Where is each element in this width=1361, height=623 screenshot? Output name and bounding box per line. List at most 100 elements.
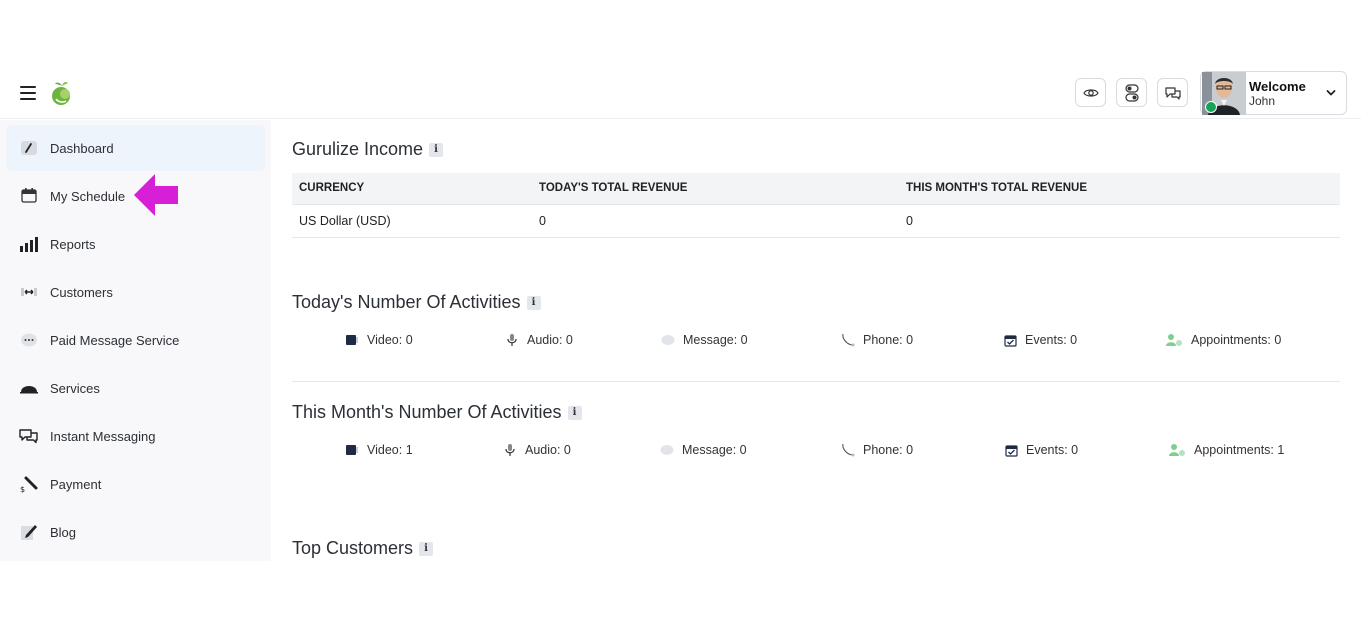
activity-events: Events: 0 [1003,333,1077,347]
phone-icon [841,333,855,347]
info-icon[interactable]: i [419,541,434,556]
table-row: US Dollar (USD) 0 0 [292,204,1340,238]
activity-video: Video: 0 [345,333,413,347]
toggle-icon [1124,83,1139,102]
table-cell: US Dollar (USD) [292,204,532,238]
info-icon[interactable]: i [526,295,541,310]
online-status-dot [1205,101,1217,113]
activity-phone: Phone: 0 [841,333,913,347]
preview-button[interactable] [1075,78,1106,107]
sidebar-item-label: Instant Messaging [50,428,156,444]
sidebar-item-label: My Schedule [50,188,126,204]
column-header: CURRENCY [292,173,532,205]
activity-label: Phone: 0 [863,443,914,457]
top-header: Welcome John [0,68,1361,119]
bar-chart-icon [19,234,39,254]
activity-label: Message: 0 [682,443,747,457]
column-header: TODAY'S TOTAL REVENUE [532,173,899,205]
section-divider [292,381,1340,382]
handshake-icon [19,282,39,302]
sidebar-item-reports[interactable]: Reports [6,221,265,267]
sidebar-item-label: Services [50,380,100,396]
sidebar-item-dashboard[interactable]: Dashboard [6,125,265,171]
activity-label: Phone: 0 [863,333,914,347]
activity-events: Events: 0 [1004,443,1078,457]
top-customers-title: Top Customers i [292,538,434,559]
income-section-title: Gurulize Income i [292,139,444,160]
activity-audio: Audio: 0 [503,443,571,457]
table-cell: 0 [532,204,899,238]
activity-label: Audio: 0 [527,333,573,347]
info-icon[interactable]: i [567,405,582,420]
microphone-icon [503,443,517,457]
info-icon[interactable]: i [429,142,444,157]
month-activities: Video: 1 Audio: 0 Message: 0 Phone: 0 Ev… [292,443,1340,463]
income-table: CURRENCY TODAY'S TOTAL REVENUE THIS MONT… [292,173,1340,238]
activity-appointments: Appointments: 1 [1168,443,1284,457]
video-icon [345,333,359,347]
table-cell: 0 [899,204,1340,238]
microphone-icon [505,333,519,347]
messages-button[interactable] [1157,78,1188,107]
activity-label: Message: 0 [683,333,748,347]
edit-icon [19,522,39,542]
calendar-icon [19,186,39,206]
phone-icon [841,443,855,457]
activity-label: Video: 0 [367,333,413,347]
chat-bubbles-icon [19,426,39,446]
table-header-row: CURRENCY TODAY'S TOTAL REVENUE THIS MONT… [292,173,1340,205]
activity-audio: Audio: 0 [505,333,573,347]
activity-appointments: Appointments: 0 [1165,333,1281,347]
sidebar-item-label: Paid Message Service [50,332,180,348]
sidebar-item-label: Dashboard [50,140,114,156]
chevron-down-icon[interactable] [1325,87,1337,99]
hamburger-menu-icon[interactable] [20,86,36,100]
welcome-label: Welcome [1249,79,1306,94]
avatar [1202,72,1246,115]
app-window: Welcome John Dashboard My Schedule Repor… [0,68,1361,561]
sidebar-item-label: Customers [50,284,113,300]
svg-text:$: $ [20,485,25,493]
activity-phone: Phone: 0 [841,443,913,457]
sidebar-item-services[interactable]: Services [6,365,265,411]
chat-dots-icon [19,330,39,350]
user-name: John [1249,94,1276,108]
activity-label: Video: 1 [367,443,413,457]
speedometer-icon [19,138,39,158]
sidebar-item-label: Reports [50,236,96,252]
activity-label: Events: 0 [1025,333,1078,347]
payment-icon: $ [19,474,39,494]
sidebar-item-payment[interactable]: $ Payment [6,461,265,507]
user-check-icon [1165,333,1183,347]
user-menu[interactable]: Welcome John [1200,71,1347,115]
message-bubble-icon [661,333,675,347]
sidebar-item-label: Payment [50,476,102,492]
sidebar-item-instant-messaging[interactable]: Instant Messaging [6,413,265,459]
video-icon [345,443,359,457]
logo-icon [52,82,70,105]
month-title: This Month's Number Of Activities [292,402,562,422]
user-check-icon [1168,443,1186,457]
activity-label: Appointments: 0 [1191,333,1282,347]
sidebar-item-label: Blog [50,524,77,540]
pointer-arrow-icon [134,174,178,216]
sidebar-item-blog[interactable]: Blog [6,509,265,555]
sidebar-item-paid-message-service[interactable]: Paid Message Service [6,317,265,363]
sidebar-item-customers[interactable]: Customers [6,269,265,315]
toggle-button[interactable] [1116,78,1147,107]
activity-label: Events: 0 [1026,443,1079,457]
today-activities-title: Today's Number Of Activities i [292,292,541,313]
today-title: Today's Number Of Activities [292,292,521,312]
activity-label: Appointments: 1 [1194,443,1285,457]
dashboard-content: Gurulize Income i CURRENCY TODAY'S TOTAL… [271,120,1361,561]
month-activities-title: This Month's Number Of Activities i [292,402,582,423]
activity-label: Audio: 0 [525,443,571,457]
activity-video: Video: 1 [345,443,413,457]
eye-icon [1082,88,1099,97]
message-bubble-icon [660,443,674,457]
today-activities: Video: 0 Audio: 0 Message: 0 Phone: 0 Ev… [292,333,1340,353]
income-title: Gurulize Income [292,139,424,159]
calendar-check-icon [1003,333,1017,347]
top-customers-label: Top Customers [292,538,414,558]
chat-bubbles-icon [1164,86,1181,100]
